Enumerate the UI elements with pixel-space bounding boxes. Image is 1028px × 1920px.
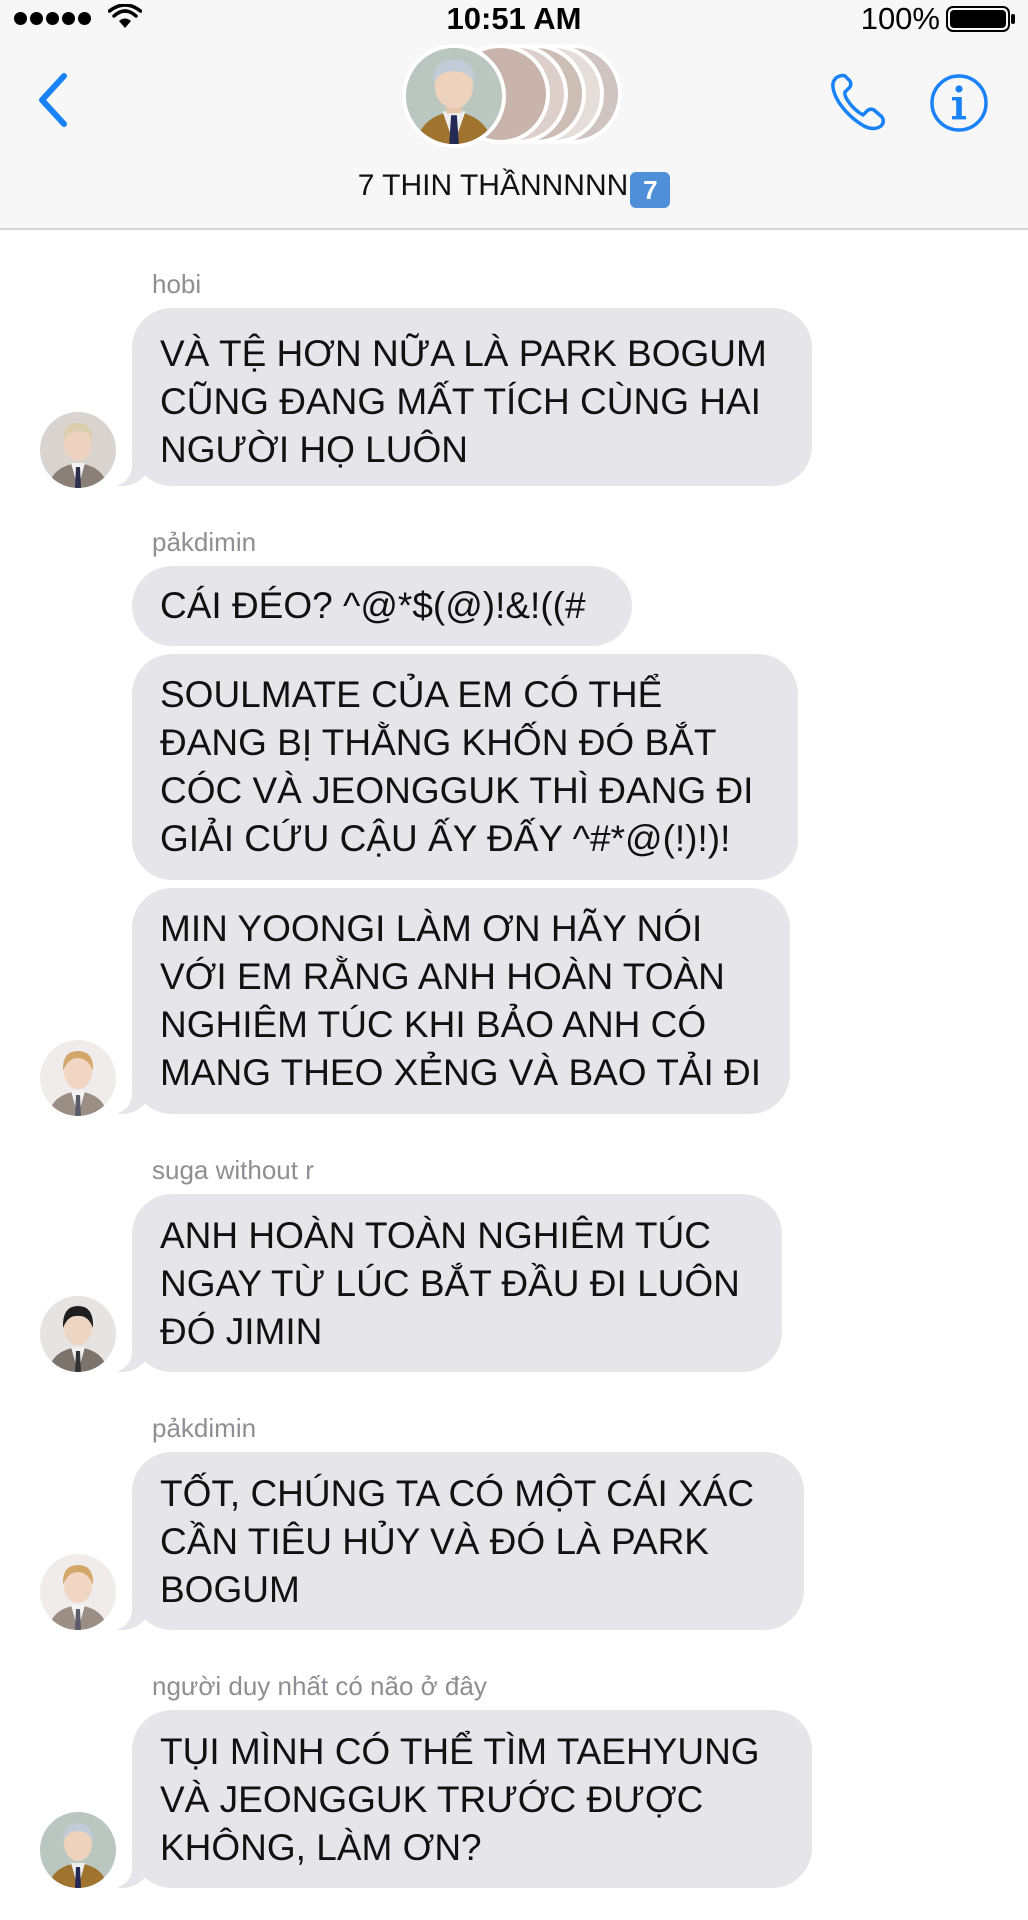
message-line: ĐANG BỊ THẰNG KHỐN ĐÓ BẮT: [160, 722, 717, 763]
message-line: ANH HOÀN TOÀN NGHIÊM TÚC: [160, 1215, 711, 1256]
avatar-jimin[interactable]: [40, 1554, 116, 1630]
message-line: MIN YOONGI LÀM ƠN HÃY NÓI: [160, 908, 703, 949]
message-line: KHÔNG, LÀM ƠN?: [160, 1827, 482, 1868]
message-line: CẦN TIÊU HỦY VÀ ĐÓ LÀ PARK: [160, 1521, 709, 1562]
message-line: BOGUM: [160, 1569, 300, 1610]
message-line: CÓC VÀ JEONGGUK THÌ ĐANG ĐI: [160, 770, 754, 811]
message-bubble[interactable]: VÀ TỆ HƠN NỮA LÀ PARK BOGUM CŨNG ĐANG MẤ…: [106, 308, 812, 486]
avatar-suga[interactable]: [40, 1296, 116, 1372]
sender-name: người duy nhất có não ở đây: [152, 1671, 487, 1701]
message-line: TỤI MÌNH CÓ THỂ TÌM TAEHYUNG: [160, 1731, 760, 1772]
message-line: NGHIÊM TÚC KHI BẢO ANH CÓ: [160, 1004, 707, 1045]
conversation-header: 10:51 AM 100% 7 THIN THẦNNNNN 7: [0, 0, 1028, 230]
chevron-left-icon[interactable]: [34, 70, 74, 130]
message-line: NGƯỜI HỌ LUÔN: [160, 429, 468, 470]
avatar-namjoon[interactable]: [40, 1812, 116, 1888]
sender-name: pảkdimin: [152, 1413, 257, 1443]
message-bubble[interactable]: SOULMATE CỦA EM CÓ THỂ ĐANG BỊ THẰNG KHỐ…: [132, 654, 798, 880]
conversation-title-text: 7 THIN THẦNNNNN: [357, 169, 629, 202]
message-line: VÀ TỆ HƠN NỮA LÀ PARK BOGUM: [160, 333, 767, 374]
info-icon[interactable]: [928, 72, 990, 134]
sender-name: hobi: [152, 269, 202, 299]
message-line: TỐT, CHÚNG TA CÓ MỘT CÁI XÁC: [160, 1473, 755, 1514]
message-bubble[interactable]: MIN YOONGI LÀM ƠN HÃY NÓI VỚI EM RẰNG AN…: [106, 888, 790, 1114]
message-line: ĐÓ JIMIN: [160, 1311, 323, 1352]
message-line: CŨNG ĐANG MẤT TÍCH CÙNG HAI: [160, 381, 761, 422]
message-line: MANG THEO XẺNG VÀ BAO TẢI ĐI: [160, 1052, 762, 1093]
conversation-title[interactable]: 7 THIN THẦNNNNN 7: [0, 166, 1028, 208]
battery-icon: [946, 6, 1015, 32]
message-line: VÀ JEONGGUK TRƯỚC ĐƯỢC: [160, 1779, 704, 1820]
keycap-seven-emoji: 7: [630, 172, 671, 208]
message-line: GIẢI CỨU CẬU ẤY ĐẤY ^#*@(!)!)!: [160, 818, 731, 859]
message-line: SOULMATE CỦA EM CÓ THỂ: [160, 674, 663, 715]
sender-name: pảkdimin: [152, 527, 257, 557]
message-line: NGAY TỪ LÚC BẮT ĐẦU ĐI LUÔN: [160, 1263, 740, 1304]
battery-percentage: 100%: [860, 1, 940, 36]
avatar-hobi[interactable]: [40, 412, 116, 488]
message-bubble[interactable]: CÁI ĐÉO? ^@*$(@)!&!((#: [132, 566, 632, 646]
message-line: CÁI ĐÉO? ^@*$(@)!&!((#: [160, 585, 586, 626]
message-bubble[interactable]: TỐT, CHÚNG TA CÓ MỘT CÁI XÁC CẦN TIÊU HỦ…: [106, 1452, 804, 1630]
message-line: VỚI EM RẰNG ANH HOÀN TOÀN: [160, 956, 725, 997]
avatar-jimin[interactable]: [40, 1040, 116, 1116]
group-avatar: [402, 44, 506, 148]
group-avatar-stack[interactable]: [402, 44, 632, 148]
message-bubble[interactable]: ANH HOÀN TOÀN NGHIÊM TÚC NGAY TỪ LÚC BẮT…: [106, 1194, 782, 1372]
status-bar: 10:51 AM 100%: [0, 0, 1028, 40]
sender-name: suga without r: [152, 1155, 314, 1185]
phone-icon[interactable]: [826, 70, 890, 134]
message-bubble[interactable]: TỤI MÌNH CÓ THỂ TÌM TAEHYUNG VÀ JEONGGUK…: [106, 1710, 812, 1888]
